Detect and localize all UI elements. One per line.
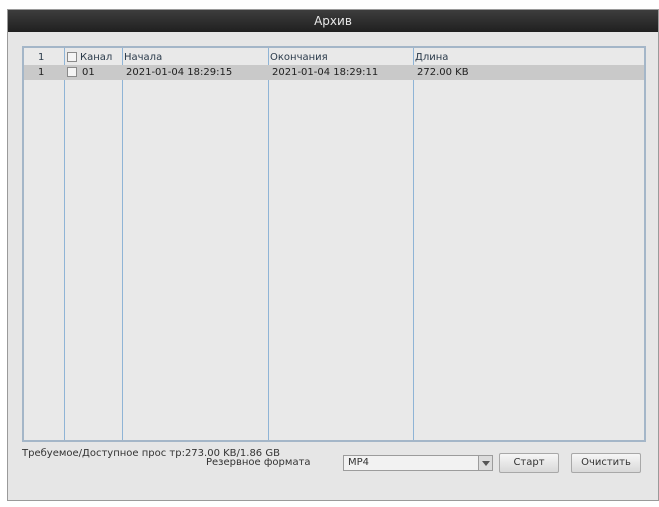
- row-index: 1: [38, 67, 45, 78]
- window-title: Архив: [8, 10, 658, 32]
- start-button[interactable]: Старт: [499, 453, 559, 473]
- format-selected-value: MP4: [348, 457, 370, 468]
- header-index: 1: [38, 52, 45, 63]
- format-label: Резервное формата: [206, 457, 311, 468]
- archive-table: 1 Канал Начала Окончания Длина 1 01 2021…: [22, 46, 646, 442]
- column-divider: [122, 48, 123, 440]
- header-start: Начала: [124, 52, 163, 63]
- select-all-checkbox[interactable]: [67, 52, 77, 62]
- clear-button[interactable]: Очистить: [571, 453, 641, 473]
- row-channel: 01: [82, 67, 95, 78]
- header-length: Длина: [415, 52, 449, 63]
- column-divider: [268, 48, 269, 440]
- row-start-time: 2021-01-04 18:29:15: [126, 67, 233, 78]
- column-divider: [413, 48, 414, 440]
- table-row[interactable]: 1 01 2021-01-04 18:29:15 2021-01-04 18:2…: [24, 65, 644, 80]
- table-header: 1 Канал Начала Окончания Длина: [24, 50, 644, 65]
- format-select[interactable]: MP4: [343, 455, 493, 471]
- row-length: 272.00 KB: [417, 67, 469, 78]
- column-divider: [64, 48, 65, 440]
- row-end-time: 2021-01-04 18:29:11: [272, 67, 379, 78]
- row-checkbox[interactable]: [67, 67, 77, 77]
- archive-window: Архив 1 Канал Начала Окончания Длина 1 0…: [7, 9, 659, 501]
- chevron-down-icon[interactable]: [478, 456, 492, 470]
- header-channel: Канал: [80, 52, 113, 63]
- header-end: Окончания: [270, 52, 328, 63]
